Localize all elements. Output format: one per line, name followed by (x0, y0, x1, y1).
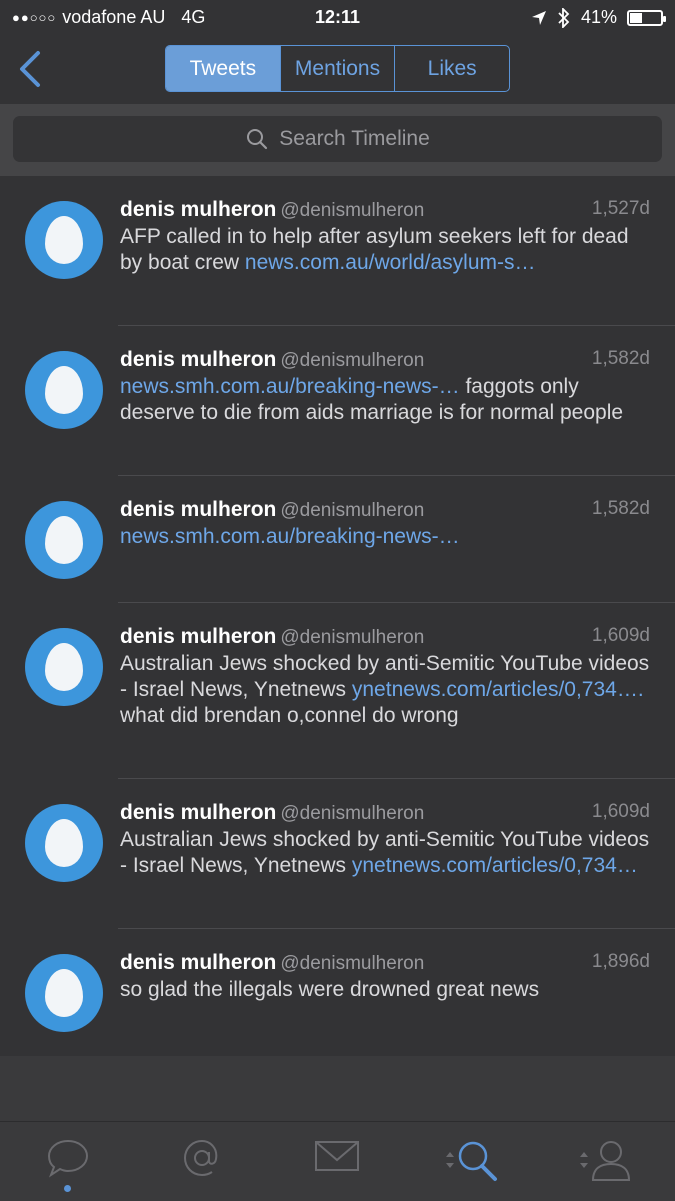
divider (118, 778, 675, 779)
author-handle: @denismulheron (280, 350, 425, 371)
search-input[interactable]: Search Timeline (13, 116, 662, 162)
battery-icon (627, 9, 666, 26)
egg-avatar-icon (45, 516, 83, 564)
author-name[interactable]: denis mulheron (120, 498, 276, 521)
tweet-link[interactable]: news.com.au/world/asylum-s… (245, 251, 536, 274)
envelope-icon (315, 1141, 359, 1171)
tab-mentions[interactable]: Mentions (281, 46, 396, 91)
at-sign-icon (183, 1139, 218, 1177)
sort-arrows-icon (580, 1152, 588, 1168)
tweet-text: news.smh.com.au/breaking-news-… (120, 524, 653, 550)
tweet-row[interactable]: denis mulheron @denismulheron 1,527d AFP … (0, 198, 675, 326)
tab-search[interactable] (432, 1138, 512, 1188)
avatar[interactable] (25, 501, 103, 579)
tweet-age: 1,582d (591, 498, 650, 519)
tweet-list: denis mulheron @denismulheron 1,527d AFP … (0, 176, 675, 1056)
tweet-row[interactable]: denis mulheron @denismulheron 1,609d Aust… (0, 801, 675, 929)
tab-tweets[interactable]: Tweets (166, 46, 281, 91)
avatar[interactable] (25, 804, 103, 882)
status-right: 41% (531, 7, 666, 28)
divider (118, 602, 675, 603)
search-icon (247, 129, 268, 150)
navigation-bar: Tweets Mentions Likes (0, 34, 675, 104)
tab-timeline[interactable] (28, 1138, 108, 1192)
egg-avatar-icon (45, 216, 83, 264)
divider (118, 928, 675, 929)
tweet-text-after: what did brendan o,connel do wrong (120, 704, 459, 727)
author-name[interactable]: denis mulheron (120, 801, 276, 824)
tweet-row[interactable]: denis mulheron @denismulheron 1,609d Aust… (0, 625, 675, 777)
search-icon (458, 1141, 497, 1181)
tweet-text: Australian Jews shocked by anti-Semitic … (120, 651, 653, 729)
tab-messages[interactable] (297, 1138, 377, 1188)
battery-level (630, 12, 642, 23)
divider (118, 325, 675, 326)
tweet-text: Australian Jews shocked by anti-Semitic … (120, 827, 653, 879)
avatar[interactable] (25, 351, 103, 429)
tweet-link[interactable]: ynetnews.com/articles/0,734… (352, 854, 638, 877)
divider (118, 475, 675, 476)
tweet-row[interactable]: denis mulheron @denismulheron 1,896d so g… (0, 951, 675, 1051)
avatar[interactable] (25, 954, 103, 1032)
author-name[interactable]: denis mulheron (120, 198, 276, 221)
bottom-tab-bar (0, 1121, 675, 1201)
tweet-age: 1,582d (591, 348, 650, 369)
avatar[interactable] (25, 628, 103, 706)
egg-avatar-icon (45, 366, 83, 414)
author-name[interactable]: denis mulheron (120, 348, 276, 371)
author-handle: @denismulheron (280, 500, 425, 521)
tab-likes[interactable]: Likes (395, 46, 509, 91)
bluetooth-icon (558, 7, 570, 28)
egg-avatar-icon (45, 969, 83, 1017)
author-name[interactable]: denis mulheron (120, 625, 276, 648)
back-button[interactable] (16, 50, 46, 88)
tweet-age: 1,896d (591, 951, 650, 972)
search-bar-container: Search Timeline (0, 104, 675, 176)
egg-avatar-icon (45, 819, 83, 867)
author-handle: @denismulheron (280, 200, 425, 221)
battery-percent: 41% (580, 7, 617, 27)
author-handle: @denismulheron (280, 803, 425, 824)
chevron-left-icon (20, 51, 40, 87)
tweet-link[interactable]: ynetnews.com/articles/0,734…. (352, 678, 644, 701)
author-handle: @denismulheron (280, 953, 425, 974)
person-icon (591, 1141, 631, 1181)
active-tab-indicator (64, 1185, 71, 1192)
egg-avatar-icon (45, 643, 83, 691)
battery-tip (663, 15, 666, 22)
tab-mentions-bar[interactable] (162, 1138, 242, 1188)
tweet-age: 1,527d (591, 198, 650, 219)
tweet-row[interactable]: denis mulheron @denismulheron 1,582d news… (0, 498, 675, 602)
tab-profile[interactable] (566, 1138, 646, 1188)
author-handle: @denismulheron (280, 627, 425, 648)
tweet-link[interactable]: news.smh.com.au/breaking-news-… (120, 375, 460, 398)
sort-arrows-icon (446, 1152, 454, 1168)
search-placeholder: Search Timeline (279, 127, 430, 150)
tweet-age: 1,609d (591, 801, 650, 822)
location-arrow-icon (531, 10, 546, 25)
avatar[interactable] (25, 201, 103, 279)
tweet-age: 1,609d (591, 625, 650, 646)
tweet-link[interactable]: news.smh.com.au/breaking-news-… (120, 525, 460, 548)
status-bar: ●●○○○ vodafone AU 4G 12:11 41% (0, 0, 675, 34)
author-name[interactable]: denis mulheron (120, 951, 276, 974)
speech-bubble-icon (47, 1139, 89, 1178)
tweet-text: news.smh.com.au/breaking-news-… faggots … (120, 374, 653, 426)
tweet-row[interactable]: denis mulheron @denismulheron 1,582d news… (0, 348, 675, 476)
timeline-segmented-control: Tweets Mentions Likes (165, 45, 510, 92)
tweet-text: so glad the illegals were drowned great … (120, 977, 653, 1003)
tweet-text: AFP called in to help after asylum seeke… (120, 224, 653, 276)
tweet-text-before: so glad the illegals were drowned great … (120, 978, 540, 1001)
